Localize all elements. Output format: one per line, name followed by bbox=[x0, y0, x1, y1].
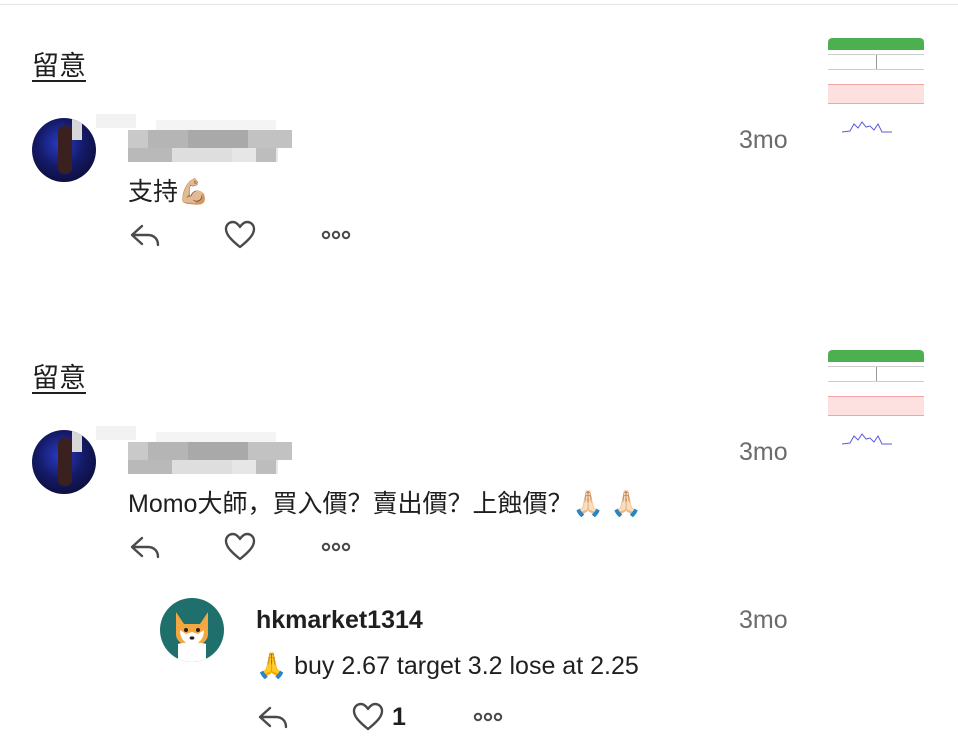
post-title-link[interactable]: 留意 bbox=[32, 44, 86, 83]
more-dots-icon[interactable] bbox=[472, 702, 504, 732]
reply-arrow-icon[interactable] bbox=[128, 220, 162, 250]
avatar[interactable] bbox=[32, 118, 96, 182]
reply-timestamp: 3mo bbox=[739, 606, 788, 634]
heart-icon[interactable] bbox=[352, 702, 384, 732]
thumbnail-header-bar bbox=[828, 350, 924, 362]
post-thumbnail[interactable] bbox=[828, 38, 924, 134]
reply-text: 🙏 buy 2.67 target 3.2 lose at 2.25 bbox=[256, 652, 639, 680]
comment-text: 支持💪🏼 bbox=[128, 178, 210, 206]
heart-icon[interactable] bbox=[224, 220, 256, 250]
comment-text: Momo大師，買入價？賣出價？上蝕價？🙏🏻 🙏🏻 bbox=[128, 490, 642, 518]
more-dots-icon[interactable] bbox=[320, 220, 352, 250]
post-timestamp: 3mo bbox=[739, 126, 788, 154]
reply-username[interactable]: hkmarket1314 bbox=[256, 606, 423, 635]
like-button[interactable]: 1 bbox=[352, 702, 406, 732]
thumbnail-header-bar bbox=[828, 38, 924, 50]
post-thumbnail[interactable] bbox=[828, 350, 924, 446]
thumbnail-table-row bbox=[828, 366, 924, 382]
reply-arrow-icon[interactable] bbox=[256, 702, 290, 732]
avatar[interactable] bbox=[32, 430, 96, 494]
reply-arrow-icon[interactable] bbox=[128, 532, 162, 562]
like-count: 1 bbox=[392, 702, 406, 731]
thumbnail-highlight-row bbox=[828, 396, 924, 416]
reply-avatar[interactable] bbox=[160, 598, 224, 662]
thumbnail-table-row bbox=[828, 54, 924, 70]
post-title-link[interactable]: 留意 bbox=[32, 356, 86, 395]
more-dots-icon[interactable] bbox=[320, 532, 352, 562]
thumbnail-sparkline bbox=[842, 121, 892, 133]
top-divider bbox=[0, 4, 958, 5]
heart-icon[interactable] bbox=[224, 532, 256, 562]
thumbnail-highlight-row bbox=[828, 84, 924, 104]
username-redacted[interactable] bbox=[96, 426, 326, 478]
username-redacted[interactable] bbox=[96, 114, 326, 166]
post-timestamp: 3mo bbox=[739, 438, 788, 466]
fox-face-icon bbox=[176, 612, 208, 662]
thumbnail-sparkline bbox=[842, 433, 892, 445]
